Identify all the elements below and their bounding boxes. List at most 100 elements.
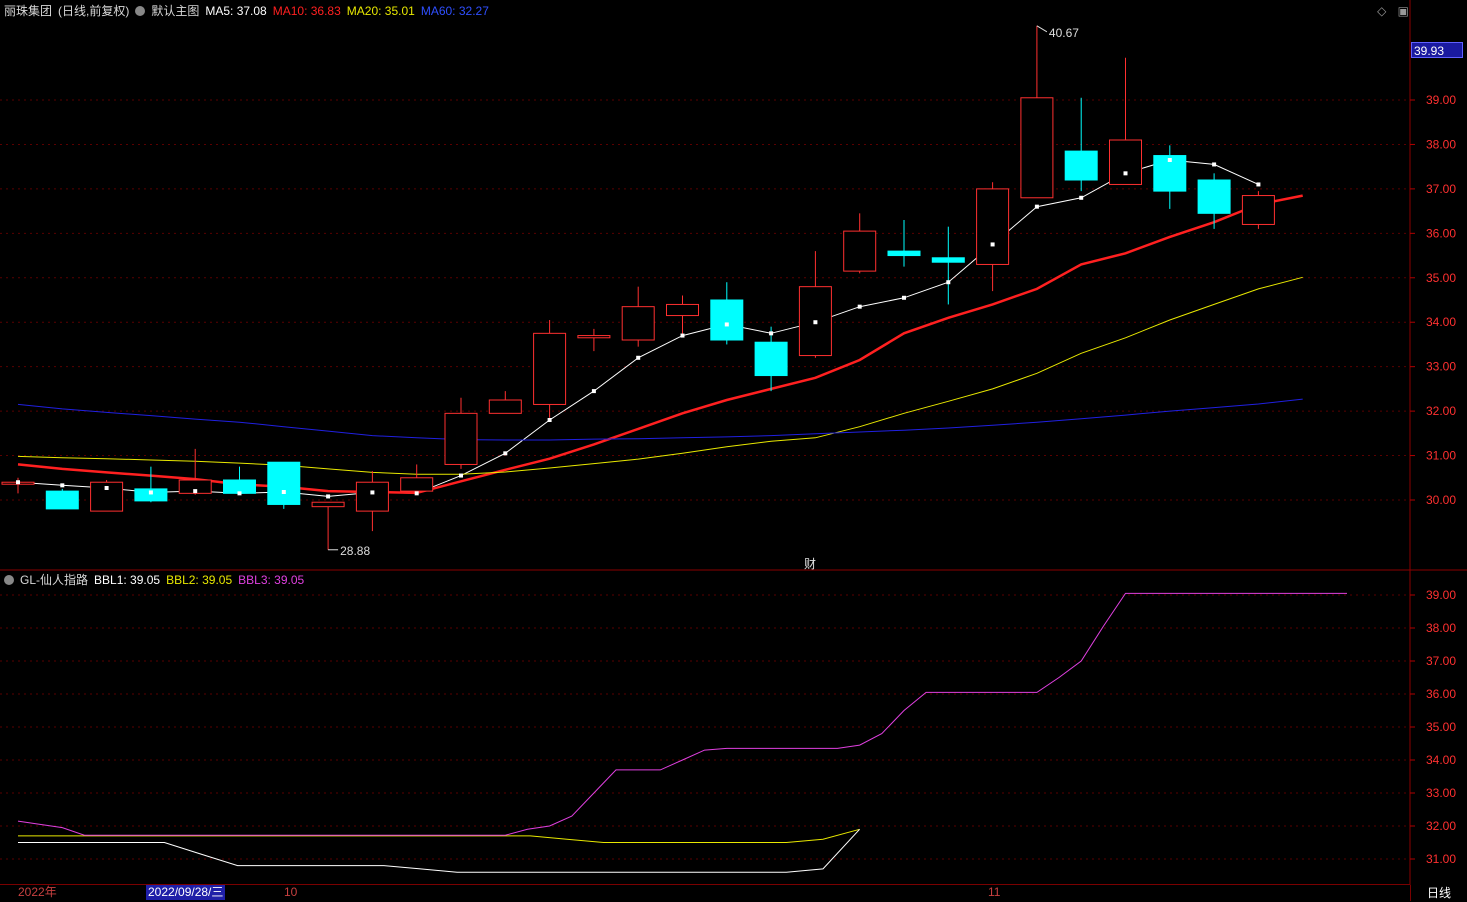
chart-mode[interactable]: (日线,前复权) (58, 1, 129, 21)
candle-up (311, 501, 345, 508)
ind-ytick-label: 35.00 (1426, 720, 1456, 734)
candle-up (400, 477, 434, 492)
stock-name[interactable]: 丽珠集团 (4, 1, 52, 21)
ma5-point (60, 483, 65, 488)
ma5-point (902, 295, 906, 300)
ytick-label: 35.00 (1426, 271, 1456, 285)
candle-up (1020, 97, 1054, 199)
ma5-label: MA5: 37.08 (205, 4, 267, 18)
bbl2-line (18, 828, 860, 843)
ma5-point (237, 491, 242, 496)
ind-ytick-label: 32.00 (1426, 819, 1456, 833)
high-pointer (1036, 25, 1048, 33)
bbl2-label: BBL2: 39.05 (166, 573, 233, 587)
candle-up (533, 332, 567, 405)
ma5-point (813, 320, 818, 325)
ytick-label: 32.00 (1426, 404, 1456, 418)
candle-down (931, 257, 965, 263)
period-selector[interactable]: 日线 (1410, 885, 1467, 901)
candle-down (1064, 150, 1098, 181)
ma5-point (857, 304, 862, 309)
chart-canvas: 30.00 31.00 32.00 33.00 34.00 35.00 36.00 37.00… (0, 0, 1467, 901)
high-annotation: 40.67 (1049, 26, 1079, 40)
ma5-point (1034, 204, 1039, 209)
current-price-tag: 39.93 (1411, 42, 1463, 58)
ma5-point (1212, 162, 1217, 167)
ma5-point (680, 333, 685, 338)
candle-up (1241, 195, 1275, 225)
candle-down (887, 250, 921, 257)
candle-down (710, 299, 744, 341)
ytick-label: 36.00 (1426, 226, 1456, 240)
ytick-label: 37.00 (1426, 182, 1456, 196)
ind-ytick-label: 36.00 (1426, 687, 1456, 701)
ma5-point (104, 486, 109, 490)
ma20-label: MA20: 35.01 (346, 4, 415, 18)
candle-up (621, 306, 655, 341)
ma5-point (459, 473, 463, 478)
finance-marker: 财 (804, 557, 816, 571)
ytick-label: 39.00 (1426, 93, 1456, 107)
ma5-point (1167, 158, 1172, 162)
candle-up (1109, 139, 1142, 185)
diamond-icon[interactable]: ◇ (1377, 4, 1386, 18)
candle-down (754, 341, 788, 377)
candle-up (444, 412, 478, 465)
ind-ytick-label: 38.00 (1426, 621, 1456, 635)
ma5-point (370, 490, 375, 495)
bbl3-line (17, 592, 1347, 836)
bbl3-label: BBL3: 39.05 (238, 573, 305, 587)
ma5-point (636, 355, 641, 360)
top-icons: ◇ ▣ (1369, 4, 1409, 18)
ma5-point (547, 418, 552, 422)
ind-ytick-label: 39.00 (1426, 588, 1456, 602)
ind-ytick-label: 33.00 (1426, 786, 1456, 800)
ytick-label: 33.00 (1426, 360, 1456, 374)
candle-up (488, 399, 522, 414)
ma-line-ma10 (17, 194, 1303, 495)
ma5-point (769, 331, 774, 336)
selected-date[interactable]: 2022/09/28/三 (146, 885, 226, 900)
window-icon[interactable]: ▣ (1398, 4, 1409, 18)
candle-up (843, 230, 877, 272)
candle-down (1197, 179, 1231, 214)
indicator-toggle-icon[interactable] (4, 575, 14, 585)
ytick-label: 31.00 (1426, 449, 1456, 463)
month-label-10: 10 (284, 885, 298, 899)
template-label[interactable]: 默认主图 (151, 1, 199, 21)
candle-up (577, 335, 611, 339)
indicator-name[interactable]: GL-仙人指路 (20, 570, 88, 590)
candle-up (976, 188, 1010, 265)
ma10-label: MA10: 36.83 (272, 4, 341, 18)
candle-down (267, 461, 301, 505)
ma5-point (990, 242, 995, 247)
template-toggle-icon[interactable] (135, 6, 146, 16)
ma5-point (591, 389, 596, 394)
ma5-point (1079, 195, 1084, 200)
main-chart-header: 丽珠集团 (日线,前复权) 默认主图 MA5: 37.08 MA10: 36.8… (4, 1, 495, 21)
ma5-point (16, 480, 20, 485)
ma5-point (503, 451, 508, 456)
ytick-label: 34.00 (1426, 315, 1456, 329)
ma5-point (1123, 171, 1128, 176)
year-label: 2022年 (18, 885, 57, 899)
low-annotation: 28.88 (340, 544, 370, 558)
ma5-point (326, 494, 331, 499)
ind-ytick-label: 37.00 (1426, 654, 1456, 668)
month-label-11: 11 (988, 885, 1001, 899)
candle-up (666, 303, 699, 317)
candle-up (355, 481, 389, 512)
ma5-point (281, 490, 286, 494)
indicator-header: GL-仙人指路 BBL1: 39.05 BBL2: 39.05 BBL3: 39… (4, 570, 310, 590)
ind-ytick-label: 34.00 (1426, 753, 1456, 767)
ma5-point (946, 280, 951, 285)
ma-line-ma20 (17, 276, 1303, 475)
ind-ytick-label: 31.00 (1426, 852, 1456, 866)
bbl1-label: BBL1: 39.05 (94, 573, 161, 587)
ma5-point (193, 489, 198, 494)
ma5-point (724, 322, 729, 327)
ytick-label: 30.00 (1426, 493, 1456, 507)
ma5-point (414, 491, 419, 496)
ytick-label: 38.00 (1426, 137, 1456, 151)
candle-down (45, 490, 79, 510)
